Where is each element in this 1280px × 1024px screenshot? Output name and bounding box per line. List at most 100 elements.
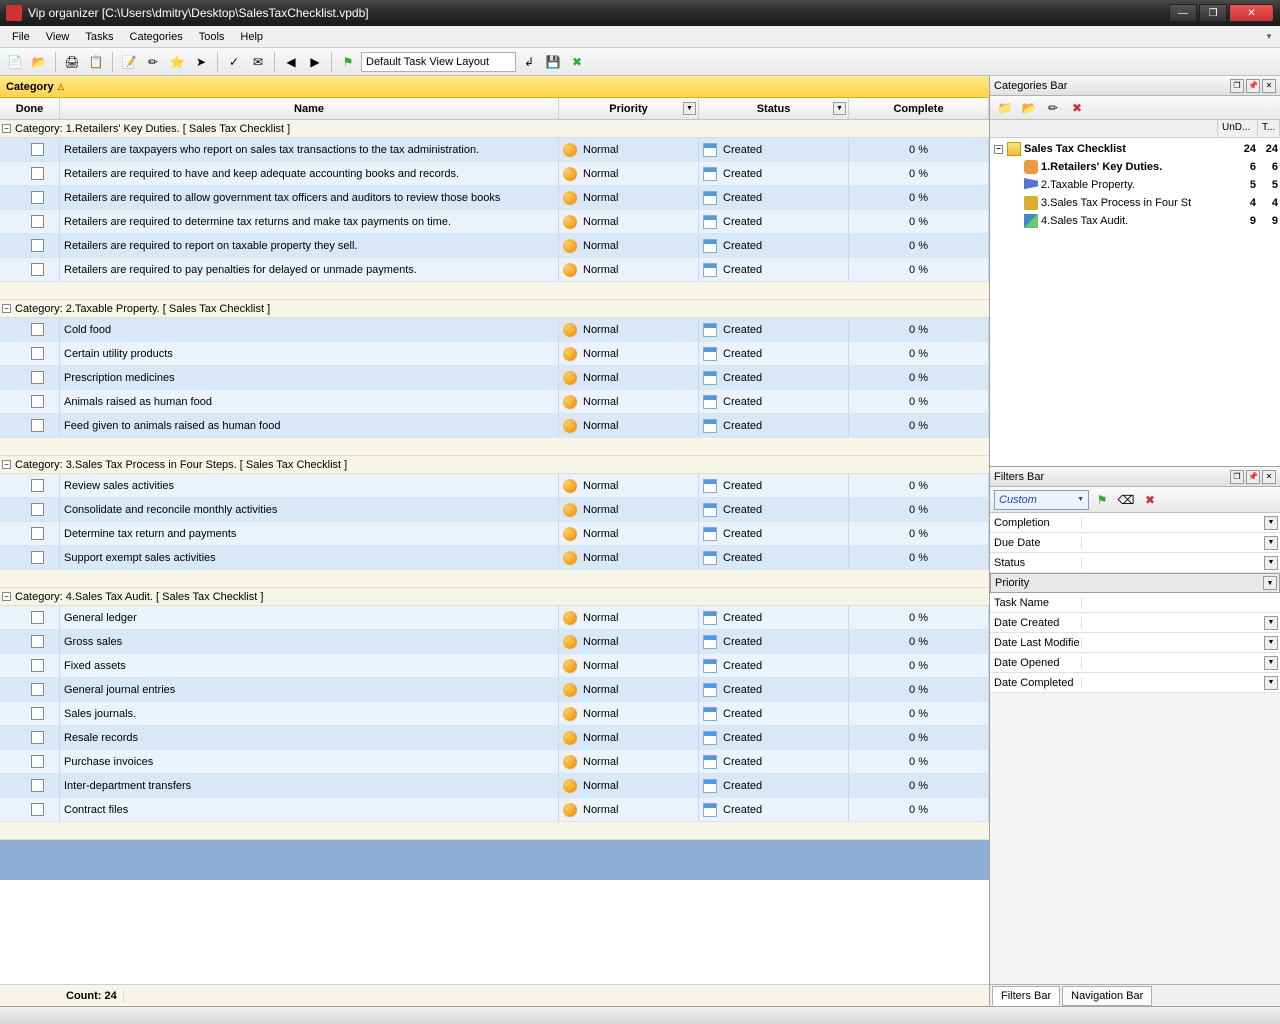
cat-edit-icon[interactable]: ✏ [1042,97,1064,119]
new-file-icon[interactable]: 📄 [4,51,26,73]
menu-tasks[interactable]: Tasks [77,28,121,46]
indent-right-icon[interactable]: ▶ [304,51,326,73]
dropdown-icon[interactable]: ▼ [1263,576,1277,590]
done-checkbox[interactable] [31,551,44,564]
categories-tree[interactable]: −Sales Tax Checklist24241.Retailers' Key… [990,138,1280,466]
dropdown-icon[interactable]: ▼ [1264,516,1278,530]
done-checkbox[interactable] [31,215,44,228]
filter-preset-combo[interactable]: Custom▼ [994,490,1089,510]
filter-row-date-opened[interactable]: Date Opened▼ [990,653,1280,673]
done-checkbox[interactable] [31,635,44,648]
panel-close-icon[interactable]: ✕ [1262,470,1276,484]
task-row[interactable]: Retailers are required to allow governme… [0,186,989,210]
task-row[interactable]: Purchase invoicesNormalCreated0 % [0,750,989,774]
minimize-button[interactable]: — [1169,4,1197,22]
task-row[interactable]: Retailers are required to determine tax … [0,210,989,234]
task-row[interactable]: Feed given to animals raised as human fo… [0,414,989,438]
task-row[interactable]: Gross salesNormalCreated0 % [0,630,989,654]
status-filter-icon[interactable]: ▼ [833,102,846,115]
category-group-row[interactable]: −Category: 3.Sales Tax Process in Four S… [0,456,989,474]
done-checkbox[interactable] [31,611,44,624]
check-icon[interactable]: ✓ [223,51,245,73]
task-row[interactable]: Prescription medicinesNormalCreated0 % [0,366,989,390]
dropdown-icon[interactable]: ▼ [1264,636,1278,650]
task-row[interactable]: Resale recordsNormalCreated0 % [0,726,989,750]
dropdown-icon[interactable]: ▼ [1264,616,1278,630]
done-checkbox[interactable] [31,803,44,816]
layout-save-icon[interactable]: 💾 [542,51,564,73]
print-icon[interactable]: 🖨 [61,51,83,73]
task-row[interactable]: Cold foodNormalCreated0 % [0,318,989,342]
done-checkbox[interactable] [31,323,44,336]
task-row[interactable]: Contract filesNormalCreated0 % [0,798,989,822]
done-checkbox[interactable] [31,419,44,432]
menu-categories[interactable]: Categories [122,28,191,46]
task-row[interactable]: General ledgerNormalCreated0 % [0,606,989,630]
menu-help[interactable]: Help [232,28,271,46]
done-checkbox[interactable] [31,527,44,540]
task-row[interactable]: Determine tax return and paymentsNormalC… [0,522,989,546]
cat-new-icon[interactable]: 📁 [994,97,1016,119]
collapse-icon[interactable]: − [2,592,11,601]
new-task-icon[interactable]: 📝 [118,51,140,73]
menu-view[interactable]: View [38,28,78,46]
panel-pin-icon[interactable]: 📌 [1246,79,1260,93]
done-checkbox[interactable] [31,395,44,408]
dropdown-icon[interactable]: ▼ [1264,676,1278,690]
task-row[interactable]: Inter-department transfersNormalCreated0… [0,774,989,798]
layout-apply-icon[interactable]: ↲ [518,51,540,73]
filter-clear-icon[interactable]: ⌫ [1115,489,1137,511]
done-checkbox[interactable] [31,779,44,792]
task-row[interactable]: Retailers are required to pay penalties … [0,258,989,282]
filter-save-icon[interactable]: ⚑ [1091,489,1113,511]
filter-row-date-completed[interactable]: Date Completed▼ [990,673,1280,693]
edit-task-icon[interactable]: ✏ [142,51,164,73]
tab-filters-bar[interactable]: Filters Bar [992,986,1060,1006]
flag-icon[interactable]: ⚑ [337,51,359,73]
cat-sub-icon[interactable]: 📂 [1018,97,1040,119]
group-by-bar[interactable]: Category △ [0,76,989,98]
dropdown-icon[interactable]: ▼ [1264,536,1278,550]
task-row[interactable]: Certain utility productsNormalCreated0 % [0,342,989,366]
panel-pin-icon[interactable]: 📌 [1246,470,1260,484]
task-row[interactable]: Retailers are taxpayers who report on sa… [0,138,989,162]
menu-file[interactable]: File [4,28,38,46]
task-row[interactable]: Support exempt sales activitiesNormalCre… [0,546,989,570]
col-name[interactable]: Name [60,98,559,119]
col-complete[interactable]: Complete [849,98,989,119]
done-checkbox[interactable] [31,707,44,720]
mail-icon[interactable]: ✉ [247,51,269,73]
done-checkbox[interactable] [31,731,44,744]
maximize-button[interactable]: ❐ [1199,4,1227,22]
star-icon[interactable]: ⭐ [166,51,188,73]
done-checkbox[interactable] [31,239,44,252]
done-checkbox[interactable] [31,371,44,384]
filter-row-status[interactable]: Status▼ [990,553,1280,573]
task-row[interactable]: General journal entriesNormalCreated0 % [0,678,989,702]
panel-restore-icon[interactable]: ❐ [1230,470,1244,484]
task-row[interactable]: Animals raised as human foodNormalCreate… [0,390,989,414]
col-priority[interactable]: Priority▼ [559,98,699,119]
tree-collapse-icon[interactable]: − [994,145,1003,154]
priority-filter-icon[interactable]: ▼ [683,102,696,115]
tree-item[interactable]: 2.Taxable Property.55 [992,176,1278,194]
cat-delete-icon[interactable]: ✖ [1066,97,1088,119]
done-checkbox[interactable] [31,191,44,204]
col-status[interactable]: Status▼ [699,98,849,119]
dropdown-icon[interactable]: ▼ [1264,556,1278,570]
filter-row-date-created[interactable]: Date Created▼ [990,613,1280,633]
filter-row-due-date[interactable]: Due Date▼ [990,533,1280,553]
done-checkbox[interactable] [31,683,44,696]
task-row[interactable]: Consolidate and reconcile monthly activi… [0,498,989,522]
done-checkbox[interactable] [31,503,44,516]
panel-restore-icon[interactable]: ❐ [1230,79,1244,93]
tree-item[interactable]: 4.Sales Tax Audit.99 [992,212,1278,230]
done-checkbox[interactable] [31,479,44,492]
filter-row-completion[interactable]: Completion▼ [990,513,1280,533]
open-folder-icon[interactable]: 📂 [28,51,50,73]
collapse-icon[interactable]: − [2,124,11,133]
indent-left-icon[interactable]: ◀ [280,51,302,73]
filter-delete-icon[interactable]: ✖ [1139,489,1161,511]
col-done[interactable]: Done [0,98,60,119]
layout-delete-icon[interactable]: ✖ [566,51,588,73]
